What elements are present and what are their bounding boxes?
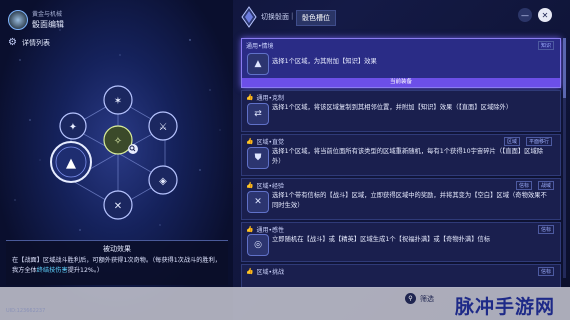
user-id: UID:123662237 <box>6 308 46 314</box>
face-card-1[interactable]: 通用•情境 知识 ▲ 选择1个区域，为其附加【知识】效果 当前装备 <box>241 38 561 88</box>
svg-text:✕: ✕ <box>114 201 122 212</box>
window-controls: — ✕ <box>518 8 552 22</box>
dice-center[interactable]: ✧ <box>103 125 133 155</box>
passive-effect-title: 被动效果 <box>103 245 131 253</box>
thumb-icon: 👍 <box>246 268 254 275</box>
card-tag-2: 信标 <box>538 225 555 234</box>
arrows-icon: ⇄ <box>247 103 269 125</box>
card-tag: 信标 <box>516 181 533 190</box>
dice-face-bottom-right[interactable]: ◈ <box>148 165 178 195</box>
filter-button[interactable]: ⚲ 筛选 <box>405 293 434 304</box>
face-card-2[interactable]: 👍 通用•克制 ⇄ 选择1个区域，将该区域复制到其相邻位置，并附加【知识】效果（【… <box>241 90 561 132</box>
dice-face-bottom-left[interactable]: ▲ <box>50 141 92 183</box>
card-text: 立即随机在【战斗】或【精英】区域生成1个【祝福扑满】或【奇物扑满】信标 <box>272 236 491 243</box>
cross-icon: ✕ <box>247 191 269 213</box>
passive-effect-text: 在【战面】区域战斗胜利后，可额外获得1次奇物。（每获得1次战斗的胜利，我方全体终… <box>12 257 221 274</box>
dice-face-diagram: ✶ ⚔ ◈ ✕ ▲ ✦ ✧ <box>50 85 178 220</box>
dice-face-bottom[interactable]: ✕ <box>103 190 133 220</box>
face-card-6[interactable]: 👍 区域•挑战 信标 <box>241 264 561 288</box>
card-text: 选择1个区域，将当前位面所有该类型的区域重新随机，每有1个获得10宇宙碎片（【直… <box>272 148 544 165</box>
card-tag: 区域 <box>504 137 521 146</box>
card-head: 区域•挑战 <box>256 269 285 276</box>
face-card-4[interactable]: 👍 区域•经验 信标 战域 ✕ 选择1个带有信标的【战斗】区域，立即获得区域中的奖… <box>241 178 561 220</box>
minimize-icon[interactable]: — <box>518 8 532 22</box>
shield-icon: ⛊ <box>247 147 269 169</box>
card-text: 选择1个区域，为其附加【知识】效果 <box>272 58 377 65</box>
card-tag-2: 战域 <box>538 181 555 190</box>
thumb-icon: 👍 <box>246 94 254 101</box>
card-head: 区域•经验 <box>256 183 285 190</box>
face-card-3[interactable]: 👍 区域•直觉 区域 平面移行 ⛊ 选择1个区域，将当前位面所有该类型的区域重新随… <box>241 134 561 176</box>
game-title: 黄金与机械 <box>32 11 63 18</box>
game-logo-icon <box>8 10 28 30</box>
card-text: 选择1个区域，将该区域复制到其相邻位置，并附加【知识】效果（【直面】区域除外） <box>272 104 513 111</box>
card-tag-2: 信标 <box>538 267 555 276</box>
svg-text:✦: ✦ <box>69 122 77 133</box>
filter-icon: ⚲ <box>405 293 416 304</box>
thumb-icon: 👍 <box>246 138 254 145</box>
page-title: 骰面编辑 <box>32 20 64 29</box>
card-head: 通用•情境 <box>246 43 274 50</box>
scrollbar[interactable] <box>563 38 566 278</box>
tab-dice-slot[interactable]: 骰色槽位 <box>296 10 336 26</box>
svg-text:⚔: ⚔ <box>159 122 168 133</box>
card-head: 通用•克制 <box>256 95 285 102</box>
card-tag-2: 平面移行 <box>526 137 553 146</box>
dice-face-top[interactable]: ✶ <box>103 85 133 115</box>
thumb-icon: 👍 <box>246 226 254 233</box>
close-icon[interactable]: ✕ <box>538 8 552 22</box>
tab-separator: | <box>291 12 294 20</box>
card-head: 通用•感性 <box>256 227 285 234</box>
svg-text:✶: ✶ <box>114 96 122 107</box>
dice-face-list-panel: 切换骰面 | 骰色槽位 — ✕ 通用•情境 知识 ▲ 选择1个区域，为其附加【知… <box>233 0 570 320</box>
watermark: 脉冲手游网 <box>455 296 556 318</box>
passive-effect-panel: 被动效果 在【战面】区域战斗胜利后，可额外获得1次奇物。（每获得1次战斗的胜利，… <box>6 240 228 285</box>
svg-text:▲: ▲ <box>66 156 76 171</box>
dice-slot-icon <box>241 6 257 28</box>
thumb-icon: 👍 <box>246 182 254 189</box>
scrollbar-thumb[interactable] <box>563 38 566 98</box>
card-tag: 知识 <box>538 41 555 50</box>
dice-face-top-left[interactable]: ✦ <box>59 112 87 140</box>
tab-switch-face[interactable]: 切换骰面 <box>261 12 289 22</box>
dice-face-top-right[interactable]: ⚔ <box>148 111 178 141</box>
equipped-badge: 当前装备 <box>242 78 560 87</box>
face-card-5[interactable]: 👍 通用•感性 信标 ◎ 立即随机在【战斗】或【精英】区域生成1个【祝福扑满】或【… <box>241 222 561 262</box>
card-text: 选择1个带有信标的【战斗】区域，立即获得区域中的奖励，并将其变为【空白】区域（奇… <box>272 192 547 209</box>
card-head: 区域•直觉 <box>256 139 285 146</box>
gear-icon: ⚙ <box>8 37 17 48</box>
triangle-icon: ▲ <box>247 53 269 75</box>
search-icon[interactable] <box>128 144 138 154</box>
coin-icon: ◎ <box>247 234 269 256</box>
detail-list-button[interactable]: ⚙ 详情列表 <box>8 37 50 48</box>
svg-text:◈: ◈ <box>159 176 167 187</box>
svg-text:✧: ✧ <box>114 136 122 147</box>
